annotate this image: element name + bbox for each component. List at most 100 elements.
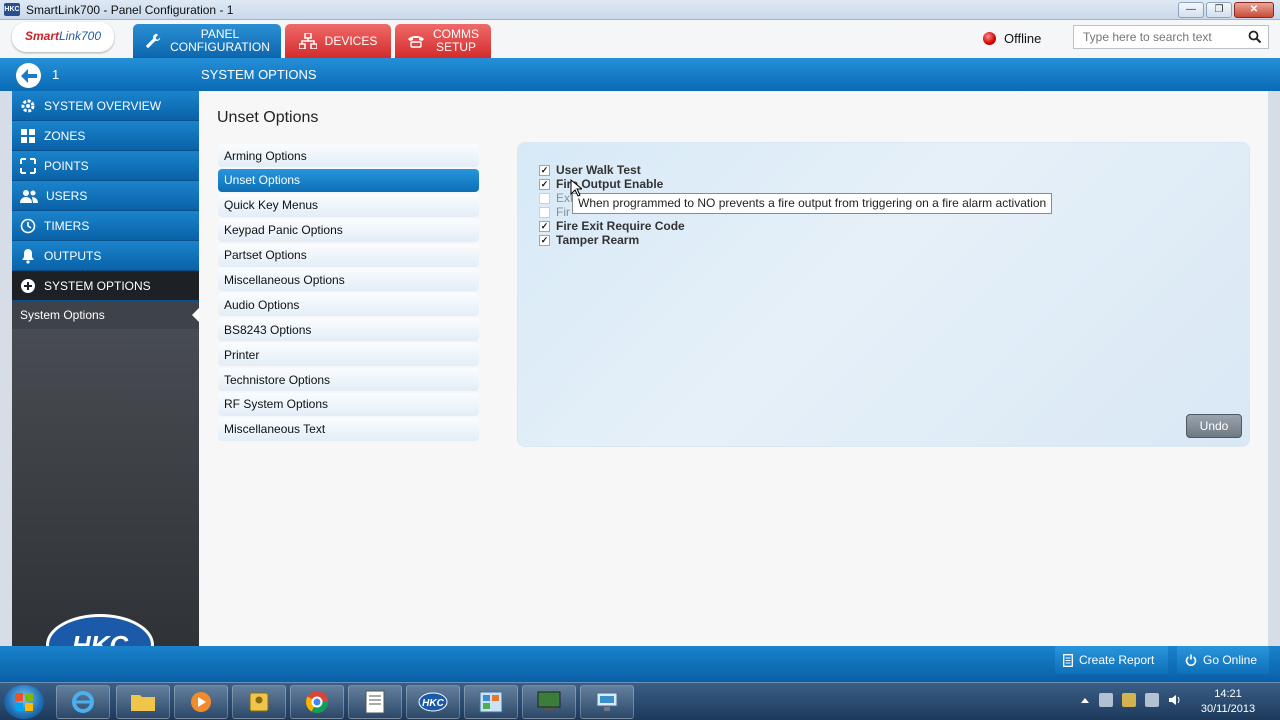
go-online-button[interactable]: Go Online [1177,646,1269,674]
tab-devices-label: DEVICES [324,33,378,48]
taskbar-media-player[interactable] [174,685,228,719]
network-tray-icon[interactable] [1145,693,1159,707]
tab-comms-setup[interactable]: COMMS SETUP [395,24,491,58]
search-icon[interactable] [1248,30,1262,44]
gear-icon [21,99,35,112]
menu-item-keypad-panic-options[interactable]: Keypad Panic Options [218,218,479,242]
window-titlebar: HKC SmartLink700 - Panel Configuration -… [0,0,1280,20]
menu-item-technistore-options[interactable]: Technistore Options [218,368,479,392]
wrench-icon [145,33,161,49]
status-led-icon [983,32,996,45]
sidebar-item-label: POINTS [44,158,89,173]
checkbox[interactable]: ✓ [539,220,550,232]
menu-item-audio-options[interactable]: Audio Options [218,293,479,317]
option-fire-output-enable[interactable]: ✓ Fire Output Enable [539,177,663,191]
smartlink-logo: SmartLink700 [12,22,114,52]
monitor-icon [537,691,561,711]
taskbar-document[interactable] [348,685,402,719]
control-panel-icon [479,691,503,713]
taskbar-chrome[interactable] [290,685,344,719]
window-controls: — ❐ ✕ [1178,2,1274,18]
menu-item-arming-options[interactable]: Arming Options [218,144,479,167]
menu-item-miscellaneous-options[interactable]: Miscellaneous Options [218,268,479,292]
sidebar-item-system-overview[interactable]: SYSTEM OVERVIEW [12,91,199,121]
option-tamper-rearm[interactable]: ✓ Tamper Rearm [539,233,639,247]
menu-item-unset-options[interactable]: Unset Options [218,168,479,192]
navigation-bar: 1 SYSTEM OPTIONS [0,58,1280,91]
windows-logo-icon [15,693,33,711]
taskbar-internet-explorer[interactable] [56,685,110,719]
taskbar-app-network[interactable] [580,685,634,719]
menu-item-quick-key-menus[interactable]: Quick Key Menus [218,193,479,217]
option-label: User Walk Test [556,163,641,177]
option-label: Tamper Rearm [556,233,640,247]
sidebar-subitem-system-options[interactable]: System Options [12,301,199,329]
back-button[interactable] [16,63,41,88]
undo-button[interactable]: Undo [1186,414,1242,438]
zones-icon [21,128,35,143]
taskbar-explorer[interactable] [116,685,170,719]
taskbar-clock[interactable]: 14:21 30/11/2013 [1196,687,1260,717]
start-button[interactable] [4,685,44,719]
checkbox[interactable]: ✓ [539,178,550,190]
taskbar-hkc-smartlink[interactable]: HKC [406,685,460,719]
option-label: Fir [556,205,570,219]
option-fir[interactable]: Fir [539,205,570,219]
menu-item-partset-options[interactable]: Partset Options [218,243,479,267]
close-button[interactable]: ✕ [1234,2,1274,18]
menu-item-rf-system-options[interactable]: RF System Options [218,392,479,416]
taskbar-app-yellow[interactable] [232,685,286,719]
maximize-button[interactable]: ❐ [1206,2,1232,18]
windows-taskbar: HKC 14:21 30/11/2013 [0,682,1280,720]
clock-date: 30/11/2013 [1200,703,1256,715]
sidebar-item-outputs[interactable]: OUTPUTS [12,241,199,271]
action-center-icon[interactable] [1099,693,1113,707]
taskbar-app-green[interactable] [522,685,576,719]
options-menu: Arming Options Unset Options Quick Key M… [218,144,479,443]
document-icon [365,690,385,714]
media-player-icon [191,692,211,712]
hkc-taskbar-icon: HKC [418,692,448,712]
chrome-icon [306,691,328,713]
contacts-icon [249,692,269,712]
section-title: SYSTEM OPTIONS [201,67,317,82]
tab-comms-line2: SETUP [435,40,476,54]
sidebar-item-label: USERS [46,188,88,203]
sidebar-item-system-options[interactable]: SYSTEM OPTIONS [12,271,199,301]
checkbox[interactable]: ✓ [539,234,550,246]
hkc-app-icon: HKC [4,3,20,16]
tab-panel-configuration[interactable]: PANEL CONFIGURATION [133,24,281,58]
menu-item-miscellaneous-text[interactable]: Miscellaneous Text [218,417,479,441]
window-title: SmartLink700 - Panel Configuration - 1 [26,3,234,17]
phone-icon [408,36,424,48]
option-user-walk-test[interactable]: ✓ User Walk Test [539,163,641,177]
create-report-button[interactable]: Create Report [1055,646,1168,674]
option-fire-exit-require-code[interactable]: ✓ Fire Exit Require Code [539,219,685,233]
option-ext[interactable]: Ext [539,191,573,205]
tray-app-icon[interactable] [1122,693,1136,707]
menu-item-bs8243-options[interactable]: BS8243 Options [218,318,479,342]
sidebar-item-timers[interactable]: TIMERS [12,211,199,241]
sidebar-item-label: SYSTEM OPTIONS [44,278,151,293]
bell-icon [22,248,34,264]
sidebar-item-label: OUTPUTS [44,248,102,263]
volume-icon[interactable] [1168,693,1182,707]
search-input[interactable] [1074,26,1244,48]
sidebar-subitem-label: System Options [20,308,105,322]
tab-devices[interactable]: DEVICES [285,24,391,58]
checkbox[interactable]: ✓ [539,164,550,176]
sidebar-item-users[interactable]: USERS [12,181,199,211]
checkbox[interactable] [539,206,550,218]
checkbox[interactable] [539,192,550,204]
taskbar-control-panel[interactable] [464,685,518,719]
svg-text:HKC: HKC [422,698,444,709]
options-panel: ✓ User Walk Test ✓ Fire Output Enable Ex… [517,142,1250,447]
power-icon [1185,654,1197,666]
folder-icon [131,695,155,711]
tray-expand-icon[interactable] [1080,696,1090,704]
menu-item-printer[interactable]: Printer [218,343,479,367]
clock-icon [20,218,36,233]
sidebar-item-points[interactable]: POINTS [12,151,199,181]
sidebar-item-zones[interactable]: ZONES [12,121,199,151]
minimize-button[interactable]: — [1178,2,1204,18]
